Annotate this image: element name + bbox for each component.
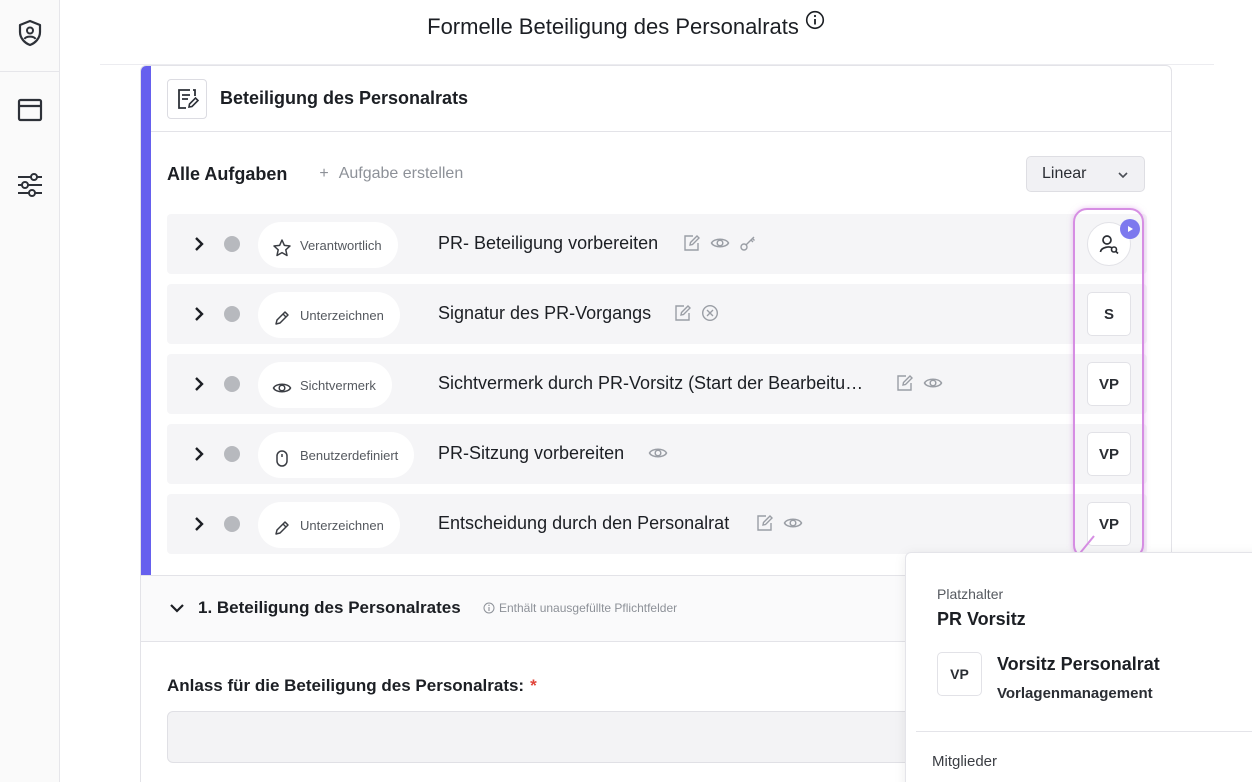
- chevron-right-icon[interactable]: [193, 236, 205, 257]
- field-label-text: Anlass für die Beteiligung des Personalr…: [167, 676, 525, 695]
- chevron-right-icon[interactable]: [193, 306, 205, 327]
- assignee-popover: Platzhalter PR Vorsitz VP Vorsitz Person…: [905, 552, 1252, 782]
- pen-icon: [275, 311, 289, 325]
- edit-icon: [684, 235, 700, 251]
- task-type-label: Sichtvermerk: [300, 377, 376, 393]
- task-type-badge: Unterzeichnen: [258, 292, 400, 338]
- task-status-icons: [756, 514, 803, 532]
- task-title[interactable]: PR-Sitzung vorbereiten: [438, 443, 624, 464]
- eye-icon: [272, 383, 292, 393]
- task-status-icons: [674, 304, 719, 322]
- task-status-icons: [683, 234, 757, 252]
- eye-icon: [783, 518, 803, 528]
- task-row[interactable]: Benutzerdefiniert PR-Sitzung vorbereiten…: [167, 424, 1147, 484]
- status-dot: [224, 516, 240, 532]
- sliders-icon[interactable]: [10, 165, 50, 205]
- task-type-label: Benutzerdefiniert: [300, 447, 399, 463]
- popover-label: Platzhalter: [937, 586, 1004, 602]
- edit-icon: [897, 375, 913, 391]
- chevron-down-icon: [1116, 168, 1130, 187]
- add-task-button[interactable]: + Aufgabe erstellen: [319, 165, 463, 183]
- assignee-avatar[interactable]: S: [1087, 292, 1131, 336]
- field-label: Anlass für die Beteiligung des Personalr…: [167, 676, 537, 696]
- status-dot: [224, 446, 240, 462]
- play-icon[interactable]: [1120, 219, 1140, 239]
- task-row[interactable]: Verantwortlich PR- Beteiligung vorbereit…: [167, 214, 1147, 274]
- eye-icon: [710, 238, 730, 248]
- status-dot: [224, 306, 240, 322]
- page-title: Formelle Beteiligung des Personalrats: [0, 10, 1252, 40]
- chevron-right-icon[interactable]: [193, 376, 205, 397]
- edit-icon: [675, 305, 691, 321]
- window-icon[interactable]: [10, 90, 50, 130]
- task-title[interactable]: Signatur des PR-Vorgangs: [438, 303, 651, 324]
- view-mode-select[interactable]: Linear: [1026, 156, 1145, 192]
- popover-role: PR Vorsitz: [937, 609, 1026, 629]
- chevron-down-icon[interactable]: [169, 601, 185, 619]
- info-icon: [483, 602, 495, 614]
- task-type-badge: Benutzerdefiniert: [258, 432, 415, 478]
- card-header: Beteiligung des Personalrats: [151, 66, 1171, 132]
- edit-icon: [757, 515, 773, 531]
- task-row[interactable]: Unterzeichnen Entscheidung durch den Per…: [167, 494, 1147, 554]
- star-icon: [273, 239, 291, 257]
- chevron-right-icon[interactable]: [193, 516, 205, 537]
- user-search-icon: [1099, 235, 1119, 255]
- task-title[interactable]: Sichtvermerk durch PR-Vorsitz (Start der…: [438, 373, 863, 394]
- document-edit-icon: [167, 78, 207, 119]
- task-type-label: Unterzeichnen: [300, 517, 384, 533]
- card-accent-bar: [141, 66, 151, 576]
- left-sidebar: [0, 0, 60, 782]
- chevron-right-icon[interactable]: [193, 446, 205, 467]
- status-dot: [224, 376, 240, 392]
- assignee-avatar[interactable]: VP: [1087, 502, 1131, 546]
- section-title: 1. Beteiligung des Personalrates: [198, 598, 461, 617]
- page-title-text: Formelle Beteiligung des Personalrats: [427, 14, 799, 39]
- task-row[interactable]: Sichtvermerk Sichtvermerk durch PR-Vorsi…: [167, 354, 1147, 414]
- pen-icon: [275, 521, 289, 535]
- task-title[interactable]: Entscheidung durch den Personalrat: [438, 513, 729, 534]
- required-marker: *: [530, 676, 537, 695]
- task-title[interactable]: PR- Beteiligung vorbereiten: [438, 233, 658, 254]
- add-task-label: Aufgabe erstellen: [338, 165, 464, 182]
- section-warning-text: Enthält unausgefüllte Pflichtfelder: [499, 601, 678, 615]
- task-type-badge: Unterzeichnen: [258, 502, 400, 548]
- mouse-icon: [276, 450, 288, 467]
- popover-members-label: Mitglieder: [932, 753, 998, 770]
- info-icon[interactable]: [805, 10, 825, 36]
- task-status-icons: [896, 374, 943, 392]
- task-type-badge: Sichtvermerk: [258, 362, 392, 408]
- assignee-avatar[interactable]: VP: [1087, 362, 1131, 406]
- eye-icon: [648, 448, 668, 458]
- eye-icon: [923, 378, 943, 388]
- card-title: Beteiligung des Personalrats: [220, 88, 469, 108]
- popover-avatar: VP: [937, 652, 982, 696]
- popover-name: Vorsitz Personalrat: [997, 654, 1160, 674]
- status-dot: [224, 236, 240, 252]
- task-type-badge: Verantwortlich: [258, 222, 398, 268]
- task-type-label: Unterzeichnen: [300, 307, 384, 323]
- popover-group: Vorlagenmanagement: [997, 685, 1153, 702]
- task-type-label: Verantwortlich: [300, 237, 382, 253]
- key-icon: [740, 236, 755, 251]
- tasks-title: Alle Aufgaben: [167, 163, 288, 184]
- cancel-circle-icon: [701, 304, 719, 322]
- view-mode-value: Linear: [1042, 165, 1087, 182]
- task-status-icons: [648, 444, 668, 462]
- assignee-avatar[interactable]: VP: [1087, 432, 1131, 476]
- popover-divider: [916, 731, 1252, 732]
- task-row[interactable]: Unterzeichnen Signatur des PR-Vorgangs S: [167, 284, 1147, 344]
- plus-icon: +: [319, 165, 329, 182]
- tasks-toolbar: Alle Aufgaben + Aufgabe erstellen Linear: [167, 156, 1145, 192]
- section-warning: Enthält unausgefüllte Pflichtfelder: [483, 601, 677, 615]
